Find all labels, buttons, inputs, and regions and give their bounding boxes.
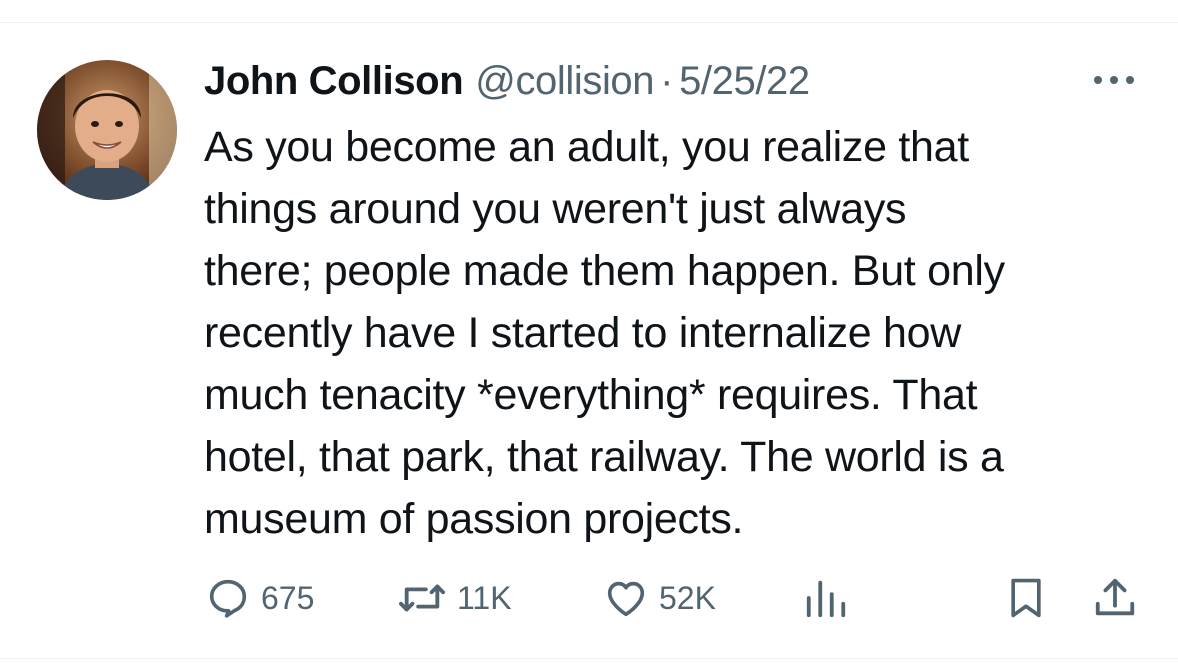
- bookmark-button[interactable]: [1004, 568, 1048, 628]
- author-handle[interactable]: @collision: [475, 59, 654, 104]
- author-name[interactable]: John Collison: [204, 59, 464, 104]
- tweet-header: John Collison @collision · 5/25/22: [204, 56, 810, 106]
- reply-icon: [209, 579, 247, 618]
- retweet-button[interactable]: 11K: [397, 568, 512, 628]
- reply-button[interactable]: 675: [205, 568, 314, 628]
- tweet-text-line: As you become an adult, you realize that: [204, 123, 969, 171]
- tweet-text-line: things around you weren't just always: [204, 185, 907, 233]
- like-button[interactable]: 52K: [603, 568, 716, 628]
- heart-icon: [607, 581, 645, 617]
- action-bar: 675 11K 52K: [0, 568, 1178, 628]
- top-divider: [0, 22, 1178, 23]
- avatar-image: [37, 60, 177, 200]
- tweet-text-line: there; people made them happen. But only: [204, 247, 1005, 295]
- share-button[interactable]: [1092, 568, 1138, 628]
- views-icon: [806, 580, 846, 618]
- share-icon: [1095, 578, 1135, 616]
- retweet-icon: [398, 584, 445, 612]
- tweet-text-line: hotel, that park, that railway. The worl…: [204, 433, 1004, 481]
- views-button[interactable]: [803, 568, 849, 628]
- tweet-text: As you become an adult, you realize that…: [204, 116, 1154, 550]
- tweet-text-line: museum of passion projects.: [204, 495, 744, 543]
- like-count: 52K: [659, 579, 716, 616]
- avatar[interactable]: [37, 60, 177, 200]
- tweet-date[interactable]: 5/25/22: [679, 59, 810, 104]
- bookmark-icon: [1011, 578, 1041, 618]
- reply-count: 675: [261, 579, 315, 616]
- tweet-text-line: much tenacity *everything* requires. Tha…: [204, 371, 978, 419]
- more-icon[interactable]: [1090, 68, 1138, 92]
- separator-dot: ·: [660, 58, 674, 103]
- tweet-text-line: recently have I started to internalize h…: [204, 309, 962, 357]
- retweet-count: 11K: [457, 579, 512, 616]
- bottom-divider: [0, 658, 1178, 659]
